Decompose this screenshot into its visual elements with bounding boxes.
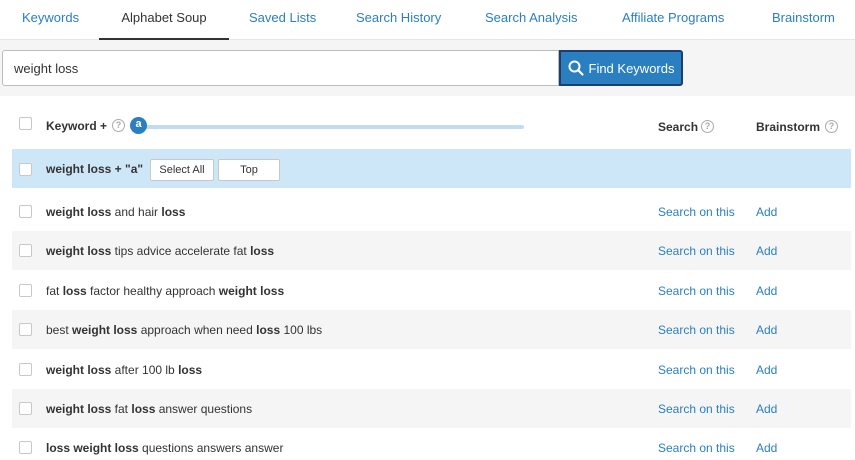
tab-saved-lists[interactable]: Saved Lists: [249, 0, 316, 40]
table-row: weight loss after 100 lb loss Search on t…: [12, 350, 851, 389]
search-on-this-link[interactable]: Search on this: [658, 284, 735, 298]
keyword-text: weight loss after 100 lb loss: [46, 363, 202, 377]
tab-alphabet-soup[interactable]: Alphabet Soup: [99, 0, 229, 40]
keyword-table: Keyword + ? a Search ? Brainstorm ? weig…: [0, 96, 855, 460]
add-link[interactable]: Add: [756, 441, 777, 455]
search-on-this-link[interactable]: Search on this: [658, 402, 735, 416]
group-label: weight loss + "a": [46, 162, 144, 176]
brainstorm-help-icon[interactable]: ?: [825, 120, 838, 133]
select-all-button[interactable]: Select All: [150, 159, 214, 181]
search-on-this-link[interactable]: Search on this: [658, 244, 735, 258]
add-link[interactable]: Add: [756, 402, 777, 416]
keyword-help-icon[interactable]: ?: [112, 119, 125, 132]
search-on-this-link[interactable]: Search on this: [658, 205, 735, 219]
row-checkbox[interactable]: [19, 402, 32, 415]
row-checkbox[interactable]: [19, 441, 32, 454]
brainstorm-column-header: Brainstorm: [756, 120, 821, 134]
keyword-segment: weight loss: [72, 323, 138, 337]
keyword-segment: loss: [62, 284, 87, 298]
keyword-text: weight loss tips advice accelerate fat l…: [46, 244, 274, 258]
letter-slider-track[interactable]: [135, 125, 524, 129]
keyword-segment: loss: [256, 323, 281, 337]
keyword-segment: loss: [178, 363, 203, 377]
keyword-segment: best: [46, 323, 73, 337]
keyword-segment: weight loss: [46, 402, 112, 416]
table-row: loss weight loss questions answers answe…: [12, 428, 851, 460]
tab-affiliate-programs[interactable]: Affiliate Programs: [622, 0, 724, 40]
search-on-this-link[interactable]: Search on this: [658, 441, 735, 455]
tab-brainstorm[interactable]: Brainstorm: [772, 0, 835, 40]
keyword-segment: factor healthy approach: [86, 284, 219, 298]
keyword-text: loss weight loss questions answers answe…: [46, 441, 283, 455]
add-link[interactable]: Add: [756, 363, 777, 377]
top-button[interactable]: Top: [218, 159, 280, 181]
keyword-segment: tips advice accelerate fat: [111, 244, 251, 258]
keyword-segment: approach when need: [137, 323, 257, 337]
row-checkbox[interactable]: [19, 363, 32, 376]
row-checkbox[interactable]: [19, 244, 32, 257]
keyword-segment: weight loss: [46, 205, 112, 219]
add-link[interactable]: Add: [756, 284, 777, 298]
keyword-segment: weight loss: [46, 244, 112, 258]
keyword-segment: questions answers answer: [138, 441, 284, 455]
select-all-checkbox[interactable]: [19, 117, 32, 130]
table-header: Keyword + ? a Search ? Brainstorm ?: [0, 96, 855, 148]
row-checkbox[interactable]: [19, 323, 32, 336]
keyword-text: weight loss fat loss answer questions: [46, 402, 252, 416]
add-link[interactable]: Add: [756, 323, 777, 337]
row-checkbox[interactable]: [19, 284, 32, 297]
tab-keywords[interactable]: Keywords: [22, 0, 79, 40]
keyword-segment: and hair: [111, 205, 162, 219]
tab-search-analysis[interactable]: Search Analysis: [485, 0, 578, 40]
keyword-segment: 100 lbs: [280, 323, 323, 337]
add-link[interactable]: Add: [756, 244, 777, 258]
tab-search-history[interactable]: Search History: [356, 0, 441, 40]
keyword-segment: loss: [250, 244, 275, 258]
search-on-this-link[interactable]: Search on this: [658, 323, 735, 337]
keyword-segment: after 100 lb: [111, 363, 179, 377]
keyword-segment: weight loss: [218, 284, 285, 298]
add-link[interactable]: Add: [756, 205, 777, 219]
search-input[interactable]: [2, 50, 559, 86]
keyword-column-header[interactable]: Keyword +: [46, 119, 107, 133]
keyword-segment: fat: [46, 284, 63, 298]
keyword-segment: fat: [111, 402, 132, 416]
group-checkbox[interactable]: [19, 163, 32, 176]
keyword-text: fat loss factor healthy approach weight …: [46, 284, 284, 298]
table-row: weight loss and hair loss Search on this A…: [12, 192, 851, 231]
keyword-segment: loss weight loss: [46, 441, 139, 455]
keyword-segment: answer questions: [155, 402, 253, 416]
letter-slider-handle[interactable]: a: [130, 117, 147, 134]
keyword-segment: weight loss: [46, 363, 112, 377]
find-keywords-button[interactable]: Find Keywords: [559, 50, 683, 86]
group-row: weight loss + "a" Select All Top: [12, 149, 851, 188]
search-column-header: Search: [658, 120, 699, 134]
search-bar: Find Keywords: [0, 40, 855, 96]
table-row: weight loss fat loss answer questions Sea…: [12, 389, 851, 428]
tab-bar: Keywords Alphabet Soup Saved Lists Searc…: [0, 0, 855, 40]
search-on-this-link[interactable]: Search on this: [658, 363, 735, 377]
keyword-text: weight loss and hair loss: [46, 205, 185, 219]
search-help-icon[interactable]: ?: [701, 120, 714, 133]
keyword-segment: loss: [131, 402, 156, 416]
row-checkbox[interactable]: [19, 205, 32, 218]
table-row: weight loss tips advice accelerate fat l…: [12, 231, 851, 270]
keyword-segment: loss: [161, 205, 186, 219]
table-row: best weight loss approach when need loss…: [12, 310, 851, 349]
table-row: fat loss factor healthy approach weight …: [12, 271, 851, 310]
find-keywords-label: Find Keywords: [588, 60, 675, 76]
search-icon: [568, 60, 584, 76]
keyword-text: best weight loss approach when need loss…: [46, 323, 322, 337]
